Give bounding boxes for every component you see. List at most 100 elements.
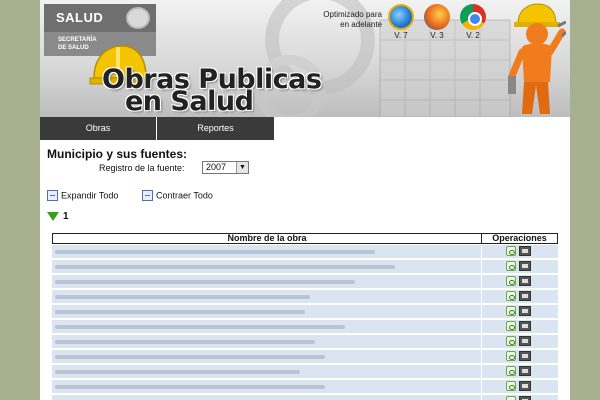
table-row[interactable] <box>52 379 558 394</box>
nav-item-obras[interactable]: Obras <box>40 117 156 140</box>
operations-cell <box>481 350 558 363</box>
operations-cell <box>481 365 558 378</box>
obra-name-cell <box>52 320 481 333</box>
operations-cell <box>481 275 558 288</box>
table-row[interactable] <box>52 304 558 319</box>
document-icon[interactable] <box>519 381 531 391</box>
map-icon[interactable] <box>506 306 516 316</box>
table-row[interactable] <box>52 289 558 304</box>
year-select[interactable]: 2007 ▼ <box>202 161 249 174</box>
operations-cell <box>481 305 558 318</box>
map-icon[interactable] <box>506 321 516 331</box>
main-nav: Obras Reportes <box>40 117 570 140</box>
browser-version: V. 2 <box>466 31 480 40</box>
document-icon[interactable] <box>519 336 531 346</box>
obra-name-cell <box>52 290 481 303</box>
browser-chrome[interactable]: V. 2 <box>458 4 488 40</box>
operations-cell <box>481 245 558 258</box>
table-row[interactable] <box>52 244 558 259</box>
map-icon[interactable] <box>506 381 516 391</box>
arrow-down-icon <box>47 212 59 221</box>
obscured-text <box>55 250 375 254</box>
collapse-all-label: Contraer Todo <box>156 190 213 201</box>
level-toggle[interactable]: 1 <box>47 211 69 222</box>
obra-name-cell <box>52 335 481 348</box>
obscured-text <box>55 340 315 344</box>
map-icon[interactable] <box>506 396 516 400</box>
year-select-value: 2007 <box>206 162 227 172</box>
registro-label: Registro de la fuente: <box>99 163 185 173</box>
table-row[interactable] <box>52 349 558 364</box>
obscured-text <box>55 370 300 374</box>
internet-explorer-icon <box>388 4 414 30</box>
obra-name-cell <box>52 275 481 288</box>
worker-mascot-icon <box>508 3 566 114</box>
expand-all-label: Expandir Todo <box>61 190 119 201</box>
table-row[interactable] <box>52 364 558 379</box>
section-title: Municipio y sus fuentes: <box>47 147 188 161</box>
map-icon[interactable] <box>506 336 516 346</box>
level-number: 1 <box>63 211 69 222</box>
obra-name-cell <box>52 260 481 273</box>
obra-name-cell <box>52 305 481 318</box>
page-container: SALUD SECRETARÍA DE SALUD Obras Publicas… <box>40 0 570 400</box>
expand-icon <box>47 190 58 202</box>
table-row[interactable] <box>52 394 558 400</box>
logo-subtitle-1: SECRETARÍA <box>58 37 97 43</box>
map-icon[interactable] <box>506 291 516 301</box>
site-title-line-2: en Salud <box>125 86 254 117</box>
obra-name-cell <box>52 245 481 258</box>
browser-version: V. 7 <box>394 31 408 40</box>
table-body <box>52 244 558 400</box>
browser-firefox[interactable]: V. 3 <box>422 4 452 40</box>
operations-cell <box>481 290 558 303</box>
salud-logo-text: SALUD <box>56 10 104 25</box>
obscured-text <box>55 385 325 389</box>
firefox-icon <box>424 4 450 30</box>
map-icon[interactable] <box>506 261 516 271</box>
obras-table: Nombre de la obra Operaciones <box>52 233 558 400</box>
document-icon[interactable] <box>519 306 531 316</box>
operations-cell <box>481 395 558 400</box>
operations-cell <box>481 380 558 393</box>
nav-item-reportes[interactable]: Reportes <box>157 117 274 140</box>
browser-ie[interactable]: V. 7 <box>386 4 416 40</box>
document-icon[interactable] <box>519 276 531 286</box>
collapse-icon <box>142 190 153 202</box>
obscured-text <box>55 295 310 299</box>
obscured-text <box>55 265 395 269</box>
salud-logo-top: SALUD <box>44 4 156 32</box>
table-row[interactable] <box>52 319 558 334</box>
map-icon[interactable] <box>506 246 516 256</box>
obscured-text <box>55 280 355 284</box>
table-row[interactable] <box>52 274 558 289</box>
obscured-text <box>55 310 305 314</box>
document-icon[interactable] <box>519 351 531 361</box>
map-icon[interactable] <box>506 276 516 286</box>
obra-name-cell <box>52 395 481 400</box>
document-icon[interactable] <box>519 396 531 400</box>
mexico-seal-icon <box>126 7 150 29</box>
document-icon[interactable] <box>519 366 531 376</box>
table-header: Nombre de la obra Operaciones <box>52 233 558 244</box>
document-icon[interactable] <box>519 291 531 301</box>
document-icon[interactable] <box>519 321 531 331</box>
collapse-all-button[interactable]: Contraer Todo <box>142 190 213 202</box>
column-header-operaciones: Operaciones <box>492 233 547 243</box>
chrome-icon <box>460 4 486 30</box>
operations-cell <box>481 260 558 273</box>
expand-all-button[interactable]: Expandir Todo <box>47 190 118 202</box>
table-row[interactable] <box>52 334 558 349</box>
table-row[interactable] <box>52 259 558 274</box>
document-icon[interactable] <box>519 246 531 256</box>
header-banner: SALUD SECRETARÍA DE SALUD Obras Publicas… <box>40 0 570 117</box>
operations-cell <box>481 335 558 348</box>
map-icon[interactable] <box>506 351 516 361</box>
document-icon[interactable] <box>519 261 531 271</box>
obra-name-cell <box>52 380 481 393</box>
browser-version: V. 3 <box>430 31 444 40</box>
optimized-for-text: Optimizado para en adelante <box>323 10 382 29</box>
chevron-down-icon[interactable]: ▼ <box>236 162 248 173</box>
obscured-text <box>55 355 325 359</box>
map-icon[interactable] <box>506 366 516 376</box>
